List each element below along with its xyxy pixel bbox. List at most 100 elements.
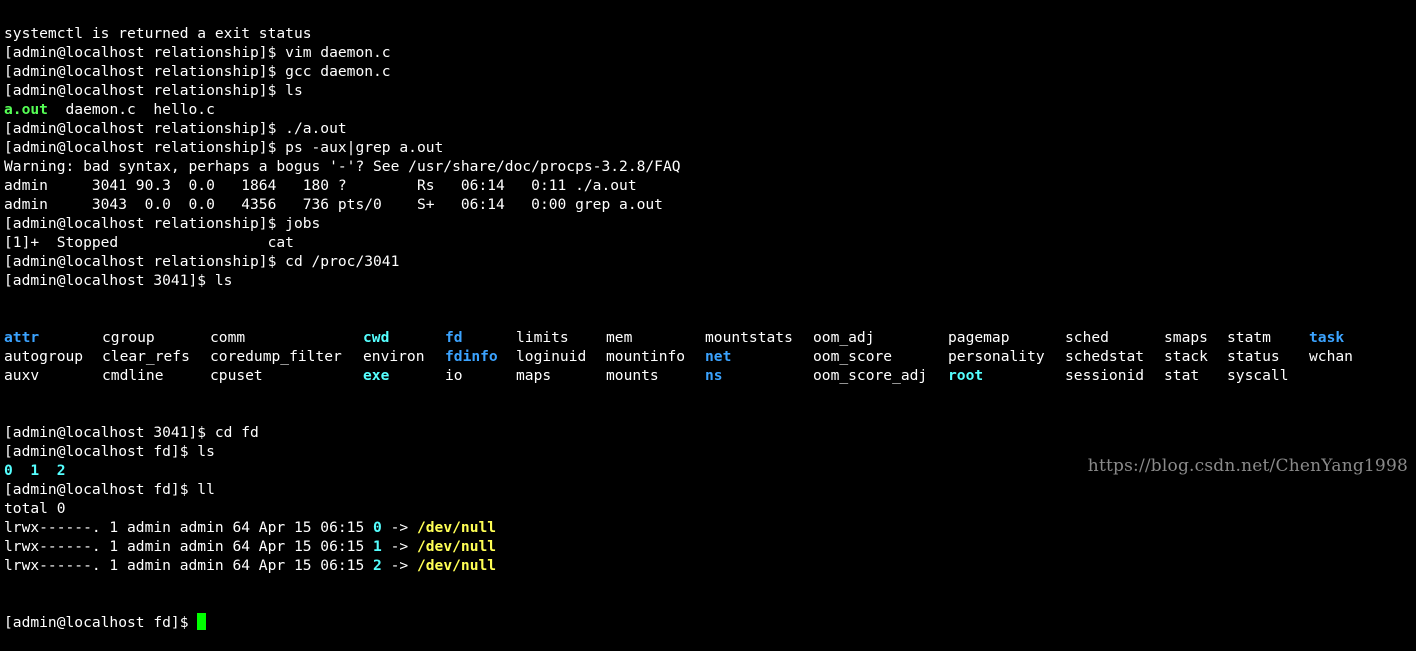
terminal-text: [admin@localhost relationship]$ vim daem… [4, 44, 391, 61]
terminal-text: [admin@localhost fd]$ ll [4, 481, 215, 498]
ls-entry: ns [705, 367, 723, 384]
terminal-text: daemon.c hello.c [47, 101, 215, 118]
terminal-line: [admin@localhost fd]$ ll [4, 480, 1416, 499]
ls-entry: auxv [4, 367, 40, 384]
terminal-text: lrwx------. 1 admin admin 64 Apr 15 06:1… [4, 557, 374, 574]
terminal-line: systemctl is returned a exit status [4, 24, 1416, 43]
ls-entry: loginuid [516, 348, 587, 365]
ls-entry: limits [516, 329, 569, 346]
terminal-text: [admin@localhost relationship]$ jobs [4, 215, 321, 232]
ls-entry: cmdline [102, 367, 164, 384]
terminal-text: 1 [373, 538, 382, 555]
ls-entry: root [948, 367, 984, 384]
terminal-text: 1 [30, 462, 40, 479]
ls-row: auxv cmdline cpuset exe io maps mounts ns oom_sc… [4, 366, 1416, 385]
command-prompt-line[interactable]: [admin@localhost fd]$ [4, 613, 1416, 632]
terminal-text: systemctl is returned a exit status [4, 25, 312, 42]
terminal-line: [admin@localhost relationship]$ vim daem… [4, 43, 1416, 62]
terminal-line: lrwx------. 1 admin admin 64 Apr 15 06:1… [4, 518, 1416, 537]
terminal-text: lrwx------. 1 admin admin 64 Apr 15 06:1… [4, 519, 374, 536]
ls-entry: schedstat [1065, 348, 1145, 365]
ls-entry: pagemap [948, 329, 1010, 346]
terminal-text: admin 3043 0.0 0.0 4356 736 pts/0 S+ 06:… [4, 196, 663, 213]
ls-entry: coredump_filter [210, 348, 342, 365]
ls-entry: exe [363, 367, 390, 384]
terminal-text: [admin@localhost relationship]$ ./a.out [4, 120, 347, 137]
terminal-text: lrwx------. 1 admin admin 64 Apr 15 06:1… [4, 538, 374, 555]
terminal-text: [admin@localhost relationship]$ gcc daem… [4, 63, 391, 80]
terminal-text: -> [381, 557, 417, 574]
ls-entry: statm [1227, 329, 1271, 346]
ls-entry: net [705, 348, 732, 365]
terminal-lines-before: systemctl is returned a exit status [admi… [4, 24, 1416, 290]
ls-entry: fd [445, 329, 463, 346]
ls-entry: oom_score [813, 348, 893, 365]
shell-prompt: [admin@localhost fd]$ [4, 614, 198, 631]
terminal-line: [admin@localhost relationship]$ ps -aux|… [4, 138, 1416, 157]
ls-entry: mounts [606, 367, 659, 384]
text-cursor [197, 613, 207, 630]
ls-entry: io [445, 367, 463, 384]
terminal-line: [admin@localhost relationship]$ gcc daem… [4, 62, 1416, 81]
ls-entry: smaps [1164, 329, 1208, 346]
ls-entry: attr [4, 329, 40, 346]
terminal-text: [admin@localhost 3041]$ ls [4, 272, 233, 289]
ls-entry: cgroup [102, 329, 155, 346]
terminal-text: /dev/null [416, 538, 497, 555]
terminal-line: total 0 [4, 499, 1416, 518]
ls-proc-listing: attr cgroup comm cwd fd limits mem mountstats oo… [4, 328, 1416, 385]
ls-entry: wchan [1309, 348, 1353, 365]
ls-entry: stat [1164, 367, 1200, 384]
terminal-line: [1]+ Stopped cat [4, 233, 1416, 252]
terminal-text: admin 3041 90.3 0.0 1864 180 ? Rs 06:14 … [4, 177, 637, 194]
terminal-line: admin 3043 0.0 0.0 4356 736 pts/0 S+ 06:… [4, 195, 1416, 214]
terminal-lines-after: [admin@localhost 3041]$ cd fd [admin@loca… [4, 423, 1416, 575]
ls-row: autogroup clear_refs coredump_filter enviro… [4, 347, 1416, 366]
ls-entry: oom_adj [813, 329, 875, 346]
terminal-text: [admin@localhost relationship]$ ps -aux|… [4, 139, 444, 156]
ls-entry: personality [948, 348, 1045, 365]
ls-entry: sched [1065, 329, 1109, 346]
terminal-line: [admin@localhost 3041]$ ls [4, 271, 1416, 290]
ls-entry: syscall [1227, 367, 1289, 384]
terminal-text: 2 [56, 462, 66, 479]
ls-entry: cwd [363, 329, 390, 346]
ls-entry: oom_score_adj [813, 367, 928, 384]
terminal-text: /dev/null [416, 557, 497, 574]
terminal-text: -> [381, 519, 417, 536]
ls-row: attr cgroup comm cwd fd limits mem mountstats oo… [4, 328, 1416, 347]
terminal-text: [admin@localhost relationship]$ ls [4, 82, 303, 99]
ls-entry: task [1309, 329, 1345, 346]
ls-entry: sessionid [1065, 367, 1145, 384]
ls-entry: autogroup [4, 348, 84, 365]
terminal-line: a.out daemon.c hello.c [4, 100, 1416, 119]
ls-entry: comm [210, 329, 246, 346]
ls-entry: maps [516, 367, 552, 384]
ls-entry: mountstats [705, 329, 793, 346]
terminal-line: [admin@localhost relationship]$ jobs [4, 214, 1416, 233]
terminal-line: [admin@localhost relationship]$ cd /proc… [4, 252, 1416, 271]
terminal-text: [admin@localhost fd]$ ls [4, 443, 215, 460]
terminal-line: lrwx------. 1 admin admin 64 Apr 15 06:1… [4, 537, 1416, 556]
terminal-text: [admin@localhost relationship]$ cd /proc… [4, 253, 400, 270]
ls-entry: fdinfo [445, 348, 498, 365]
ls-entry: clear_refs [102, 348, 190, 365]
terminal-line: admin 3041 90.3 0.0 1864 180 ? Rs 06:14 … [4, 176, 1416, 195]
terminal-line: [admin@localhost 3041]$ cd fd [4, 423, 1416, 442]
terminal-text: 0 [373, 519, 382, 536]
ls-entry: environ [363, 348, 425, 365]
terminal-line: lrwx------. 1 admin admin 64 Apr 15 06:1… [4, 556, 1416, 575]
watermark: https://blog.csdn.net/ChenYang1998 [1087, 456, 1408, 476]
terminal-text: Warning: bad syntax, perhaps a bogus '-'… [4, 158, 681, 175]
ls-entry: stack [1164, 348, 1208, 365]
ls-entry: cpuset [210, 367, 263, 384]
terminal-text: [admin@localhost 3041]$ cd fd [4, 424, 259, 441]
terminal-output[interactable]: systemctl is returned a exit status [admi… [4, 0, 1416, 651]
terminal-line: [admin@localhost relationship]$ ls [4, 81, 1416, 100]
terminal-text: -> [381, 538, 417, 555]
terminal-text: /dev/null [416, 519, 497, 536]
terminal-text: a.out [4, 101, 48, 118]
ls-entry: status [1227, 348, 1280, 365]
terminal-text: [1]+ Stopped cat [4, 234, 294, 251]
